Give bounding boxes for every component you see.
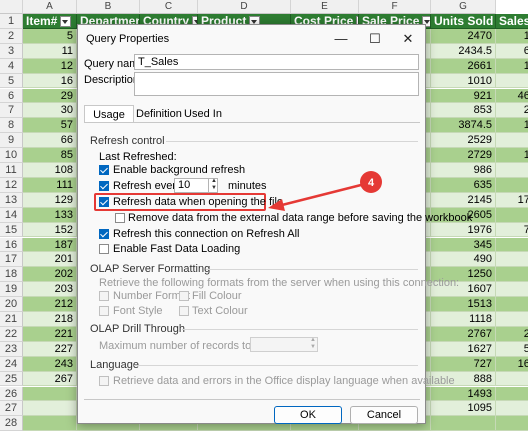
callout-arrow-head (268, 199, 285, 211)
step-number: 4 (368, 177, 375, 189)
callout-overlay: 4 (268, 171, 382, 211)
callout-arrow-line (281, 183, 362, 207)
